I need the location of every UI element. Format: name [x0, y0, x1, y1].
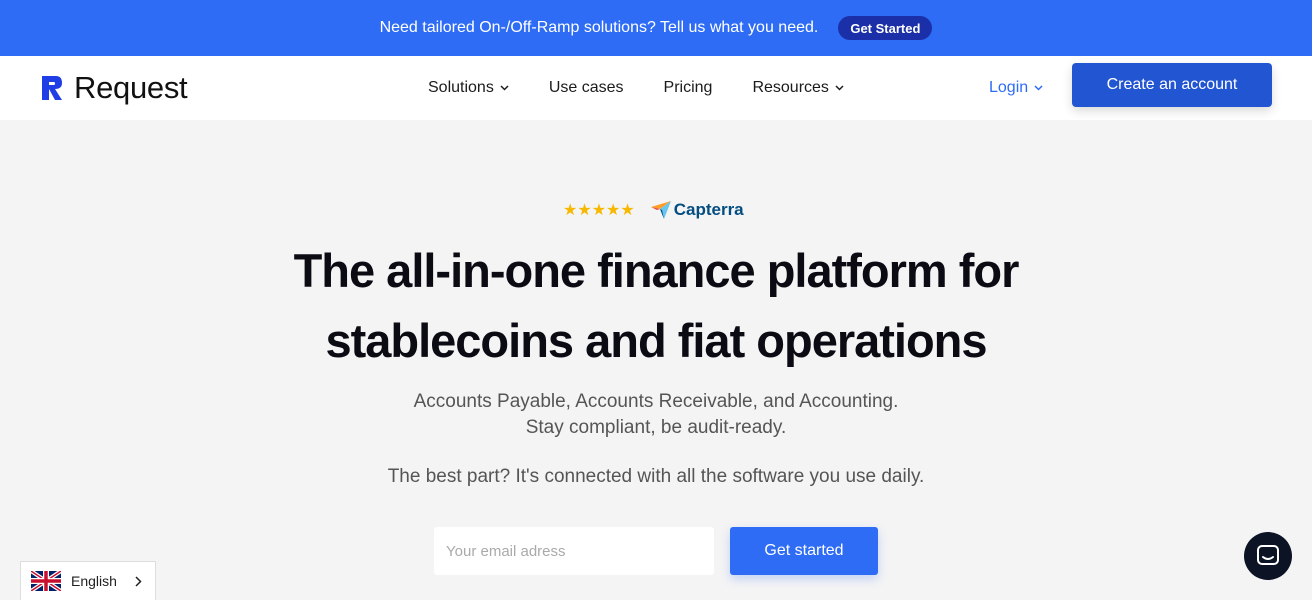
headline-line-1: The all-in-one finance platform for	[293, 244, 1020, 297]
language-label: English	[71, 573, 117, 589]
nav-resources-label: Resources	[752, 79, 829, 96]
nav-use-cases-label: Use cases	[548, 79, 624, 96]
create-account-button[interactable]: Create an account	[1072, 63, 1272, 107]
subtitle-line-2: Stay compliant, be audit-ready.	[525, 417, 787, 438]
chevron-down-icon	[500, 85, 509, 91]
hero-headline: The all-in-one finance platform for stab…	[0, 236, 1312, 376]
hero-subtitle-2: The best part? It's connected with all t…	[387, 466, 925, 487]
chat-launcher-button[interactable]	[1244, 532, 1292, 580]
chevron-down-icon	[1034, 85, 1043, 91]
announcement-get-started-button[interactable]: Get Started	[838, 16, 933, 40]
announcement-text: Need tailored On-/Off-Ramp solutions? Te…	[379, 19, 819, 36]
nav-resources[interactable]: Resources	[752, 79, 844, 97]
uk-flag-icon	[31, 571, 61, 591]
main-nav: Solutions Use cases Pricing Resources	[428, 56, 884, 120]
hero-subtitle: Accounts Payable, Accounts Receivable, a…	[0, 389, 1312, 441]
nav-use-cases[interactable]: Use cases	[549, 79, 624, 97]
capterra-logo: Capterra	[650, 200, 744, 220]
get-started-button[interactable]: Get started	[730, 527, 878, 575]
email-input[interactable]	[434, 527, 714, 575]
chat-icon	[1257, 545, 1279, 565]
request-logo-icon	[42, 76, 62, 100]
nav-solutions-label: Solutions	[428, 79, 494, 96]
chevron-down-icon	[835, 85, 844, 91]
capterra-text: Capterra	[673, 200, 744, 219]
site-header: Request Solutions Use cases Pricing Reso…	[0, 56, 1312, 120]
chevron-right-icon	[135, 575, 142, 587]
logo-text: Request	[74, 70, 188, 105]
subtitle-line-1: Accounts Payable, Accounts Receivable, a…	[413, 391, 899, 412]
announcement-bar: Need tailored On-/Off-Ramp solutions? Te…	[0, 0, 1312, 56]
nav-pricing-label: Pricing	[663, 79, 713, 96]
nav-pricing[interactable]: Pricing	[664, 79, 713, 97]
rating-badge[interactable]: ★★★★★ Capterra	[563, 200, 744, 220]
nav-solutions[interactable]: Solutions	[428, 79, 509, 97]
language-selector[interactable]: English	[20, 561, 156, 600]
headline-line-2: stablecoins and fiat operations	[325, 314, 987, 367]
logo[interactable]: Request	[40, 70, 188, 106]
star-rating: ★★★★★	[563, 202, 635, 219]
login-dropdown[interactable]: Login	[989, 56, 1043, 120]
capterra-icon	[650, 201, 671, 219]
login-label: Login	[989, 79, 1029, 96]
